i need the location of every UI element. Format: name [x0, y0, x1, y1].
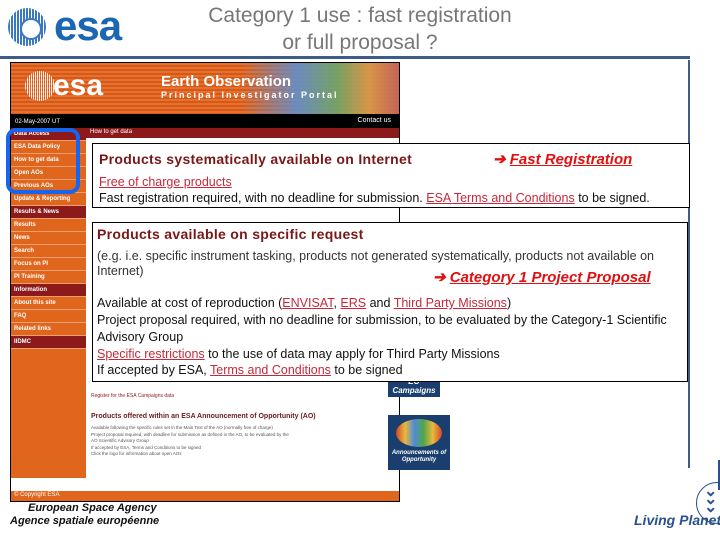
fast-registration-link[interactable]: ➔ Fast Registration — [493, 150, 632, 168]
sidebar-item[interactable]: Information — [11, 284, 86, 297]
slide-title-line1: Category 1 use : fast registration — [208, 4, 512, 27]
free-of-charge-link[interactable]: Free of charge products — [99, 175, 232, 189]
category1-proposal-link[interactable]: ➔ Category 1 Project Proposal — [433, 268, 651, 286]
fast-registration-label: Fast Registration — [509, 151, 633, 168]
specific-request-box: Products available on specific request (… — [92, 222, 688, 382]
portal-title: Earth Observation — [161, 73, 292, 90]
category1-proposal-label: Category 1 Project Proposal — [449, 269, 651, 286]
world-map-icon — [396, 419, 442, 447]
envisat-link[interactable]: ENVISAT — [282, 296, 333, 310]
restr-post: to the use of data may apply for Third P… — [204, 347, 500, 361]
sidebar-item[interactable]: FAQ — [11, 310, 86, 323]
ers-link[interactable]: ERS — [340, 296, 366, 310]
portal-subtitle: Principal Investigator Portal — [161, 90, 339, 100]
sidebar-item[interactable]: PI Training — [11, 271, 86, 284]
portal-date: 02-May-2007 UT — [15, 119, 61, 125]
box1-text-post: to be signed. — [574, 191, 650, 205]
sidebar-item[interactable]: About this site — [11, 297, 86, 310]
box2-desc-line2: Internet) — [97, 264, 144, 278]
portal-esa-logo: esa — [53, 69, 104, 102]
ao-logo-label: Announcements of Opportunity — [391, 450, 447, 463]
third-party-missions-link[interactable]: Third Party Missions — [394, 296, 507, 310]
sidebar-item[interactable]: Results & News — [11, 206, 86, 219]
ao-line: AO Scientific Advisory Group — [91, 438, 149, 443]
living-planet-logo: ⌄⌄⌄ the Living Planet — [630, 460, 720, 530]
esa-footer: European Space Agency Agence spatiale eu… — [10, 502, 159, 528]
esa-logo: esa — [8, 2, 138, 49]
portal-topbar: 02-May-2007 UT Contact us — [11, 114, 399, 128]
avail-pre: Available at cost of reproduction ( — [97, 296, 283, 310]
terms-conditions-link[interactable]: Terms and Conditions — [210, 363, 331, 377]
ao-section-title: Products offered within an ESA Announcem… — [91, 413, 316, 420]
systematic-products-box: Products systematically available on Int… — [92, 143, 690, 208]
esa-terms-link[interactable]: ESA Terms and Conditions — [426, 191, 574, 205]
box2-line3: Advisory Group — [97, 330, 184, 344]
acc-pre: If accepted by ESA, — [97, 363, 211, 377]
living-planet-text: Living Planet — [634, 512, 720, 528]
copyright: © Copyright ESA — [11, 491, 399, 501]
box1-heading: Products systematically available on Int… — [99, 151, 413, 167]
box2-acceptance: If accepted by ESA, Terms and Conditions… — [97, 363, 403, 377]
box2-availability: Available at cost of reproduction (ENVIS… — [97, 296, 511, 310]
ao-line: Click the logo for information about ope… — [91, 451, 182, 456]
box2-line2: Project proposal required, with no deadl… — [97, 313, 667, 327]
sidebar-item[interactable]: Focus on PI — [11, 258, 86, 271]
box2-heading: Products available on specific request — [97, 226, 364, 242]
ao-logo-button[interactable]: Announcements of Opportunity — [388, 415, 450, 470]
ao-line: Project proposal required, with deadline… — [91, 431, 289, 437]
sidebar-item[interactable]: IIDMC — [11, 336, 86, 349]
acc-post: to be signed — [330, 363, 403, 377]
register-campaigns-link[interactable]: Register for the ESA Campaigns data — [91, 393, 174, 399]
sidebar-item[interactable]: Update & Reporting — [11, 193, 86, 206]
avail-post: ) — [506, 296, 512, 310]
esa-logo-text: esa — [54, 2, 122, 49]
box1-text: Fast registration required, with no dead… — [99, 191, 650, 205]
sidebar-item[interactable]: Results — [11, 219, 86, 232]
esa-globe-icon — [8, 8, 46, 46]
box2-desc-line1: (e.g. i.e. specific instrument tasking, … — [97, 249, 655, 263]
portal-esa-globe-icon — [25, 71, 55, 101]
data-access-highlight — [6, 128, 80, 194]
footer-line1: European Space Agency — [28, 502, 157, 514]
portal-banner: esa Earth Observation Principal Investig… — [11, 63, 399, 114]
specific-restrictions-link[interactable]: Specific restrictions — [97, 347, 205, 361]
breadcrumb: How to get data — [86, 128, 399, 138]
ao-line: Available following the specific rules s… — [91, 425, 273, 430]
title-rule — [0, 56, 690, 59]
box2-restrictions: Specific restrictions to the use of data… — [97, 347, 500, 361]
box1-text-pre: Fast registration required, with no dead… — [99, 191, 427, 205]
sidebar-item[interactable]: News — [11, 232, 86, 245]
slide-title-line2: or full proposal ? — [282, 31, 438, 54]
sidebar-item[interactable]: Search — [11, 245, 86, 258]
contact-us-link[interactable]: Contact us — [358, 117, 391, 124]
chevron-icon: ⌄ ⌄ ⌄ — [704, 483, 718, 516]
sep2: and — [366, 296, 394, 310]
ao-line: If accepted by ESA, Terms and Conditions… — [91, 444, 201, 450]
footer-line2: Agence spatiale européenne — [10, 515, 160, 527]
slide-title: Category 1 use : fast registration or fu… — [150, 2, 570, 56]
sidebar-item[interactable]: Related links — [11, 323, 86, 336]
